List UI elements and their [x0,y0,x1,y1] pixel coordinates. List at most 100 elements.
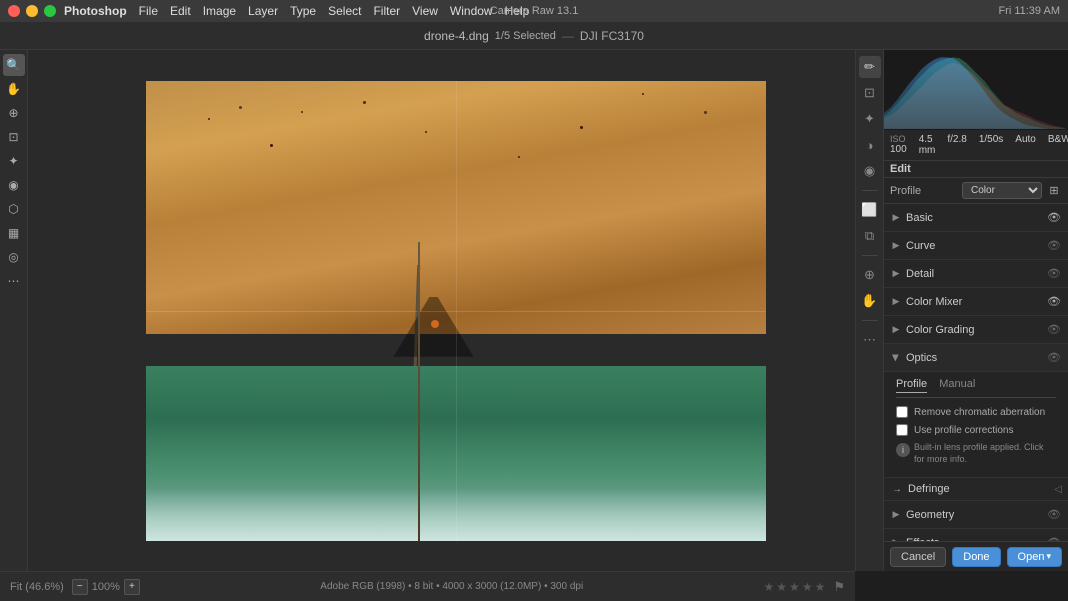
star-5[interactable]: ★ [815,580,826,594]
detail-label: Detail [906,268,1046,280]
zoom-fit-icon[interactable]: ⊕ [859,264,881,286]
compare-icon[interactable]: ⬜ [859,199,881,221]
chromatic-aberration-row: Remove chromatic aberration [896,406,1056,418]
camera-model: DJI FC3170 [580,29,644,43]
crop-tool[interactable]: ⊡ [3,126,25,148]
flag-icon[interactable]: ⚑ [833,579,845,595]
before-after-icon[interactable]: ⧉ [859,225,881,247]
curve-chevron: ▶ [890,240,902,252]
menu-layer[interactable]: Layer [248,4,278,18]
menu-edit[interactable]: Edit [170,4,191,18]
bottom-buttons: Cancel Done Open ▾ [883,541,1068,571]
star-1[interactable]: ★ [764,580,775,594]
menu-type[interactable]: Type [290,4,316,18]
photo-preview [146,81,766,541]
title-bar: Photoshop File Edit Image Layer Type Sel… [0,0,1068,22]
detail-eye-icon[interactable]: 👁 [1046,266,1062,282]
radial-filter[interactable]: ◎ [3,246,25,268]
menu-filter[interactable]: Filter [373,4,400,18]
bw-value: B&W [1048,134,1068,145]
app-name: Photoshop [64,4,127,18]
zoom-in-button[interactable]: + [124,579,140,595]
focal-value: 4.5 mm [919,134,936,156]
status-info: Adobe RGB (1998) • 8 bit • 4000 x 3000 (… [320,581,583,592]
open-arrow-icon[interactable]: ▾ [1046,551,1051,562]
gradient-filter[interactable]: ▦ [3,222,25,244]
star-4[interactable]: ★ [802,580,813,594]
mask-icon[interactable]: ◑ [859,134,881,156]
chromatic-aberration-checkbox[interactable] [896,406,908,418]
minimize-button[interactable] [26,5,38,17]
optics-tab-profile[interactable]: Profile [896,378,927,393]
menu-select[interactable]: Select [328,4,361,18]
open-button[interactable]: Open ▾ [1007,547,1062,567]
camera-raw-title: Camera Raw 13.1 [490,5,579,17]
wb-value: Auto [1015,134,1036,145]
basic-label: Basic [906,212,1046,224]
color-grading-chevron: ▶ [890,324,902,336]
menu-file[interactable]: File [139,4,158,18]
panel-detail[interactable]: ▶ Detail 👁 [884,260,1068,288]
edit-section-label: Edit [884,161,1068,178]
defringe-label: Defringe [908,483,1054,495]
geometry-eye-icon[interactable]: 👁 [1046,507,1062,523]
color-sampler-tool[interactable]: ⊕ [3,102,25,124]
profile-select[interactable]: Color Adobe Color Adobe Landscape Adobe … [962,182,1042,199]
color-mixer-eye-icon[interactable]: 👁 [1046,294,1062,310]
profile-corrections-checkbox[interactable] [896,424,908,436]
chromatic-aberration-label[interactable]: Remove chromatic aberration [914,407,1045,418]
zoom-tool[interactable]: 🔍 [3,54,25,76]
profile-row: Profile Color Adobe Color Adobe Landscap… [884,178,1068,204]
info-row: i Built-in lens profile applied. Click f… [896,442,1056,465]
star-2[interactable]: ★ [776,580,787,594]
profile-grid-icon[interactable]: ⊞ [1046,183,1062,199]
panel-basic[interactable]: ▶ Basic 👁 [884,204,1068,232]
optics-label: Optics [906,352,1046,364]
redeye-icon[interactable]: ◉ [859,160,881,182]
close-button[interactable] [8,5,20,17]
optics-tab-manual[interactable]: Manual [939,378,975,393]
right-panel: ISO 100 4.5 mm f/2.8 1/50s Auto B&W [883,50,1068,571]
heal-tool[interactable]: ✦ [3,150,25,172]
hand-tool[interactable]: ✋ [3,78,25,100]
optics-eye-icon[interactable]: 👁 [1046,350,1062,366]
star-3[interactable]: ★ [789,580,800,594]
iso-label: ISO [890,134,907,144]
panel-color-mixer[interactable]: ▶ Color Mixer 👁 [884,288,1068,316]
more-options-icon[interactable]: ⋯ [859,329,881,351]
adjustment-brush[interactable]: ⬡ [3,198,25,220]
zoom-out-button[interactable]: − [72,579,88,595]
profile-corrections-label[interactable]: Use profile corrections [914,425,1013,436]
edit-tool-icon[interactable]: ✏ [859,56,881,78]
panel-optics[interactable]: ▶ Optics 👁 [884,344,1068,372]
menu-window[interactable]: Window [450,4,493,18]
panel-color-grading[interactable]: ▶ Color Grading 👁 [884,316,1068,344]
menu-image[interactable]: Image [203,4,236,18]
maximize-button[interactable] [44,5,56,17]
profile-label: Profile [890,185,958,197]
optics-content: Profile Manual Remove chromatic aberrati… [884,372,1068,478]
basic-eye-icon[interactable]: 👁 [1046,210,1062,226]
metadata-row: ISO 100 4.5 mm f/2.8 1/50s Auto B&W [884,130,1068,161]
red-eye-tool[interactable]: ◉ [3,174,25,196]
image-canvas[interactable] [28,50,883,571]
profile-corrections-row: Use profile corrections [896,424,1056,436]
file-selection: 1/5 Selected [495,30,556,42]
traffic-lights [8,5,56,17]
color-mixer-label: Color Mixer [906,296,1046,308]
info-icon: i [896,443,910,457]
color-grading-eye-icon[interactable]: 👁 [1046,322,1062,338]
panel-curve[interactable]: ▶ Curve 👁 [884,232,1068,260]
cancel-button[interactable]: Cancel [890,547,946,567]
panel-geometry[interactable]: ▶ Geometry 👁 [884,501,1068,529]
defringe-expand-icon: ◁ [1054,484,1062,495]
done-button[interactable]: Done [952,547,1000,567]
menu-view[interactable]: View [412,4,438,18]
defringe-row[interactable]: → Defringe ◁ [884,478,1068,501]
curve-eye-icon[interactable]: 👁 [1046,238,1062,254]
defringe-arrow-icon: → [890,482,904,496]
healing-icon[interactable]: ✦ [859,108,881,130]
hand-pan-icon[interactable]: ✋ [859,290,881,312]
crop-adjust-icon[interactable]: ⊡ [859,82,881,104]
preferences-tool[interactable]: ⋯ [3,270,25,292]
